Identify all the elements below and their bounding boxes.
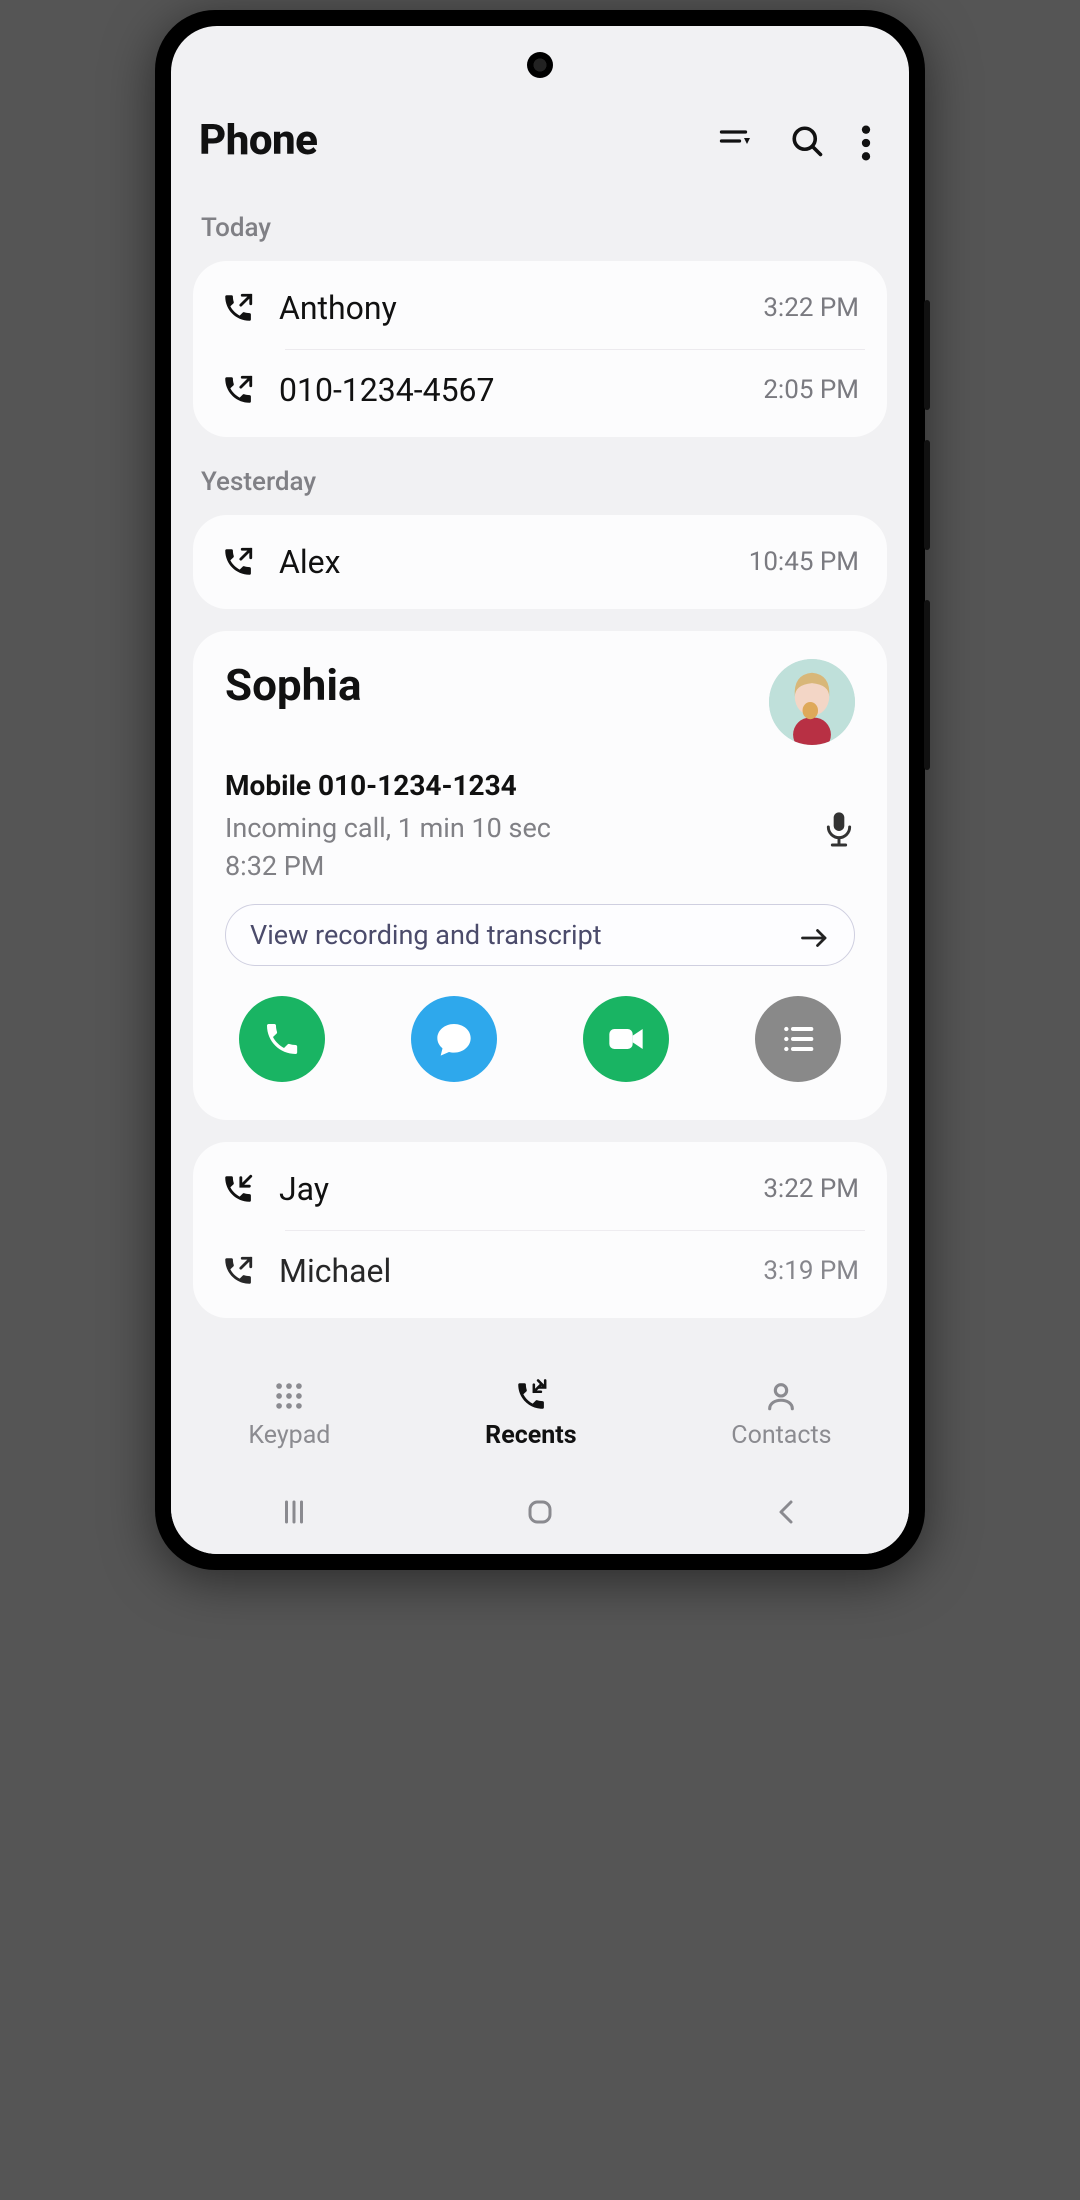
- arrow-right-icon: [800, 923, 830, 947]
- call-name: 010-1234-4567: [279, 371, 739, 409]
- nav-label: Keypad: [248, 1421, 330, 1450]
- call-row[interactable]: Michael 3:19 PM: [193, 1230, 887, 1312]
- contact-avatar[interactable]: [769, 659, 855, 745]
- today-card: Anthony 3:22 PM 010-1234-4567 2:05 PM: [193, 261, 887, 437]
- transcript-label: View recording and transcript: [250, 919, 602, 951]
- recents-system-button[interactable]: [279, 1497, 309, 1531]
- contact-phone-label: Mobile 010-1234-1234: [225, 769, 855, 802]
- call-time: 8:32 PM: [225, 850, 855, 882]
- call-button[interactable]: [239, 996, 325, 1082]
- tab-recents[interactable]: Recents: [485, 1379, 576, 1450]
- back-system-button[interactable]: [771, 1497, 801, 1531]
- yesterday-card: Alex 10:45 PM: [193, 515, 887, 609]
- call-name: Michael: [279, 1252, 739, 1290]
- call-time: 3:22 PM: [763, 293, 859, 323]
- recents-icon: [514, 1379, 548, 1413]
- call-info: Incoming call, 1 min 10 sec: [225, 812, 855, 844]
- call-time: 2:05 PM: [763, 375, 859, 405]
- page-title: Phone: [199, 116, 317, 165]
- call-row[interactable]: Anthony 3:22 PM: [193, 267, 887, 349]
- video-call-button[interactable]: [583, 996, 669, 1082]
- call-row[interactable]: Jay 3:22 PM: [193, 1148, 887, 1230]
- outgoing-call-icon: [221, 291, 255, 325]
- contact-name[interactable]: Sophia: [225, 659, 362, 711]
- details-button[interactable]: [755, 996, 841, 1082]
- section-label-yesterday: Yesterday: [193, 459, 887, 515]
- tab-keypad[interactable]: Keypad: [248, 1379, 330, 1450]
- phone-screen: Phone: [171, 26, 909, 1554]
- incoming-call-icon: [221, 1172, 255, 1206]
- front-camera: [527, 52, 553, 78]
- more-card: Jay 3:22 PM Michael 3:19 PM: [193, 1142, 887, 1318]
- recents-list: Today Anthony 3:22 PM: [171, 205, 909, 1354]
- tab-contacts[interactable]: Contacts: [731, 1379, 831, 1450]
- outgoing-call-icon: [221, 1254, 255, 1288]
- call-row[interactable]: 010-1234-4567 2:05 PM: [193, 349, 887, 431]
- home-system-button[interactable]: [525, 1497, 555, 1531]
- filter-icon[interactable]: [717, 123, 753, 159]
- microphone-icon: [823, 811, 855, 849]
- nav-label: Recents: [485, 1421, 576, 1450]
- action-row: [225, 966, 855, 1086]
- phone-frame: Phone: [155, 10, 925, 1570]
- call-time: 10:45 PM: [749, 547, 859, 577]
- system-nav-bar: [171, 1474, 909, 1554]
- call-name: Jay: [279, 1170, 739, 1208]
- bottom-nav: Keypad Recents Contacts: [171, 1354, 909, 1474]
- call-row[interactable]: Alex 10:45 PM: [193, 521, 887, 603]
- more-menu-icon[interactable]: [861, 123, 871, 159]
- view-transcript-button[interactable]: View recording and transcript: [225, 904, 855, 966]
- volume-down-button[interactable]: [924, 440, 930, 550]
- call-name: Anthony: [279, 289, 739, 327]
- message-button[interactable]: [411, 996, 497, 1082]
- outgoing-call-icon: [221, 545, 255, 579]
- nav-label: Contacts: [731, 1421, 831, 1450]
- power-button[interactable]: [924, 600, 930, 770]
- call-time: 3:22 PM: [763, 1174, 859, 1204]
- call-detail-card: Sophia Mobile 010-1234-1234 Incoming cal…: [193, 631, 887, 1120]
- contacts-icon: [764, 1379, 798, 1413]
- search-icon[interactable]: [789, 123, 825, 159]
- volume-up-button[interactable]: [924, 300, 930, 410]
- keypad-icon: [272, 1379, 306, 1413]
- section-label-today: Today: [193, 205, 887, 261]
- call-name: Alex: [279, 543, 725, 581]
- call-time: 3:19 PM: [763, 1256, 859, 1286]
- outgoing-call-icon: [221, 373, 255, 407]
